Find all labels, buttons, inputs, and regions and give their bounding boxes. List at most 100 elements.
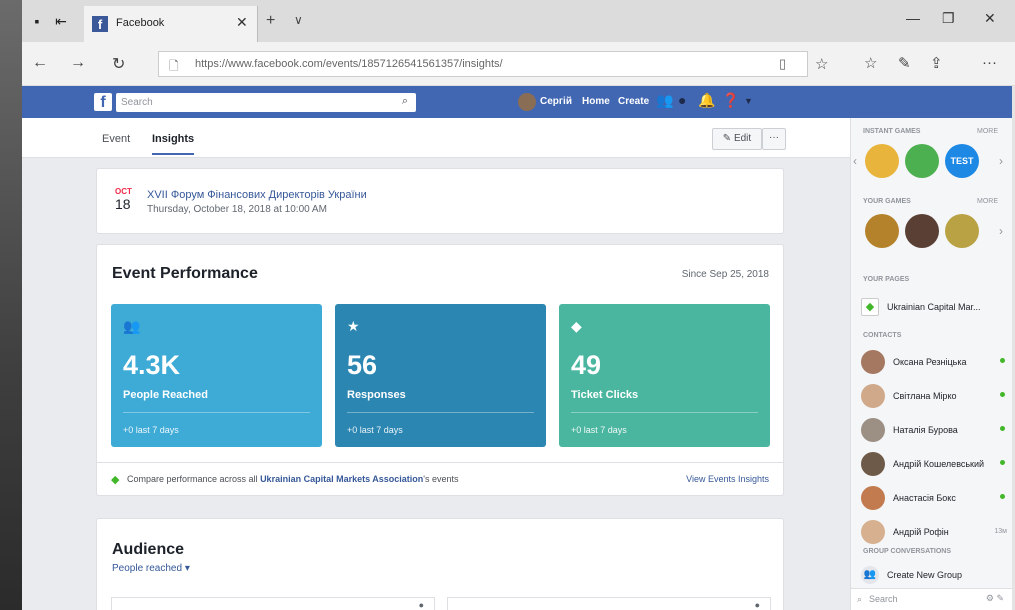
page-logo-icon: ◆ (861, 298, 879, 316)
game-icon[interactable]: TEST (945, 144, 979, 178)
contact-item[interactable]: Світлана Мірко (861, 384, 1011, 410)
more-link[interactable]: MORE (977, 198, 998, 205)
game-icon[interactable] (865, 144, 899, 178)
avatar (861, 350, 885, 374)
group-conversations-heading: GROUP CONVERSATIONS (863, 548, 952, 555)
friend-requests-icon[interactable]: 👥 (656, 92, 673, 109)
carousel-right-icon[interactable]: › (999, 154, 1003, 168)
online-status-dot (1000, 392, 1005, 397)
game-icon[interactable] (905, 214, 939, 248)
tab-insights[interactable]: Insights (152, 133, 195, 155)
profile-link[interactable]: Сергій (540, 96, 572, 107)
messenger-icon[interactable]: ● (678, 92, 686, 108)
tab-event[interactable]: Event (102, 133, 130, 145)
contact-item[interactable]: Андрій Рофін 13м (861, 520, 1011, 546)
share-icon[interactable]: ⇪ (930, 54, 943, 72)
browser-tab[interactable]: f Facebook ✕ (84, 6, 258, 42)
section-title: Audience (112, 541, 185, 558)
responses-tile[interactable]: ★ 56 Responses +0 last 7 days (335, 304, 546, 447)
contact-name: Андрій Рофін (893, 527, 949, 537)
minimize-button[interactable]: — (906, 10, 920, 26)
avatar (861, 452, 885, 476)
pen-notes-icon[interactable]: ✎ (898, 54, 911, 72)
instant-games-heading: INSTANT GAMES (863, 128, 921, 135)
stat-label: Responses (347, 389, 406, 401)
event-subnav: Event Insights ✎ Edit ··· (22, 118, 850, 158)
more-menu-icon[interactable]: ··· (982, 54, 997, 71)
group-icon: 👥 (861, 566, 879, 584)
compare-suffix: 's events (423, 474, 459, 484)
audience-card: Audience People reached ▾ ● ● (96, 518, 784, 610)
divider (347, 412, 534, 413)
event-title-link[interactable]: XVII Форум Фінансових Директорів України (147, 189, 367, 201)
edit-button[interactable]: ✎ Edit (712, 128, 762, 150)
window-close-button[interactable]: ✕ (984, 10, 996, 27)
search-icon: ⌕ (857, 594, 863, 604)
people-reached-tile[interactable]: 👥 4.3K People Reached +0 last 7 days (111, 304, 322, 447)
chat-settings-icon[interactable]: ⚙ ✎ (986, 593, 1004, 604)
create-link[interactable]: Create (618, 96, 649, 107)
user-avatar[interactable] (518, 93, 536, 111)
tab-close-icon[interactable]: ✕ (236, 14, 248, 31)
info-icon[interactable]: ● (419, 600, 424, 610)
contact-name: Анастасія Бокс (893, 493, 956, 503)
address-bar-row: ← → ↻ 🗋 https://www.facebook.com/events/… (22, 42, 1015, 86)
page-info-icon[interactable]: 🗋 (169, 57, 179, 78)
ticket-icon: ◆ (571, 318, 582, 334)
tab-actions-icon[interactable]: ▪ (28, 12, 46, 30)
stat-value: 49 (571, 350, 602, 380)
help-icon[interactable]: ❓ (722, 92, 739, 109)
audience-panel-left: ● (111, 597, 435, 610)
carousel-left-icon[interactable]: ‹ (853, 154, 857, 168)
page-name: Ukrainian Capital Mar... (887, 302, 981, 312)
chat-search-input[interactable]: ⌕ Search ⚙ ✎ (851, 588, 1012, 610)
organizer-link[interactable]: Ukrainian Capital Markets Association (260, 474, 423, 484)
carousel-right-icon[interactable]: › (999, 224, 1003, 238)
new-tab-button[interactable]: + (266, 12, 275, 30)
game-icon[interactable] (945, 214, 979, 248)
online-status-dot (1000, 426, 1005, 431)
ticket-clicks-tile[interactable]: ◆ 49 Ticket Clicks +0 last 7 days (559, 304, 770, 447)
game-icon[interactable] (905, 144, 939, 178)
reading-view-icon[interactable]: ▯ (779, 56, 786, 72)
info-icon[interactable]: ● (755, 600, 760, 610)
facebook-topbar: f Search ⌕ Сергій Home Create 👥 ● 🔔 ❓ ▼ (22, 86, 1015, 118)
more-options-button[interactable]: ··· (762, 128, 786, 150)
favorite-star-icon[interactable]: ☆ (815, 55, 828, 73)
favorites-hub-icon[interactable]: ☆ (864, 54, 877, 72)
back-arrow-icon[interactable]: ← (32, 54, 48, 72)
home-link[interactable]: Home (582, 96, 610, 107)
since-date: Since Sep 25, 2018 (681, 269, 769, 280)
contact-item[interactable]: Оксана Резніцька (861, 350, 1011, 376)
contact-name: Андрій Кошелевський (893, 459, 985, 469)
search-icon[interactable]: ⌕ (402, 95, 408, 108)
account-menu-chevron-icon[interactable]: ▼ (744, 96, 753, 106)
tabs-aside-icon[interactable]: ⇤ (52, 12, 70, 30)
contact-item[interactable]: Наталія Бурова (861, 418, 1011, 444)
browser-window: ▪ ⇤ f Facebook ✕ + ∨ — ❐ ✕ ← → ↻ 🗋 https… (22, 0, 1015, 610)
tab-list-chevron-icon[interactable]: ∨ (294, 13, 303, 27)
more-link[interactable]: MORE (977, 128, 998, 135)
contact-item[interactable]: Андрій Кошелевський (861, 452, 1011, 478)
game-icon[interactable] (865, 214, 899, 248)
create-group-label: Create New Group (887, 570, 963, 580)
stat-delta: +0 last 7 days (571, 425, 627, 435)
compare-text: Compare performance across all Ukrainian… (127, 474, 459, 484)
compare-bar: ◆ Compare performance across all Ukraini… (97, 462, 783, 496)
page-item[interactable]: ◆ Ukrainian Capital Mar... (861, 298, 1011, 324)
last-active-time: 13м (994, 528, 1007, 535)
restore-button[interactable]: ❐ (942, 10, 955, 27)
stat-label: People Reached (123, 389, 208, 401)
people-reached-dropdown[interactable]: People reached ▾ (112, 563, 190, 574)
online-status-dot (1000, 494, 1005, 499)
url-field[interactable]: 🗋 https://www.facebook.com/events/185712… (158, 51, 828, 78)
view-events-insights-link[interactable]: View Events Insights (686, 474, 769, 484)
stat-delta: +0 last 7 days (347, 425, 403, 435)
refresh-icon[interactable]: ↻ (112, 54, 125, 74)
notifications-icon[interactable]: 🔔 (698, 92, 715, 109)
facebook-logo[interactable]: f (94, 93, 112, 111)
forward-arrow-icon[interactable]: → (70, 54, 86, 72)
facebook-search-input[interactable]: Search ⌕ (116, 93, 416, 112)
contact-name: Світлана Мірко (893, 391, 957, 401)
contact-item[interactable]: Анастасія Бокс (861, 486, 1011, 512)
